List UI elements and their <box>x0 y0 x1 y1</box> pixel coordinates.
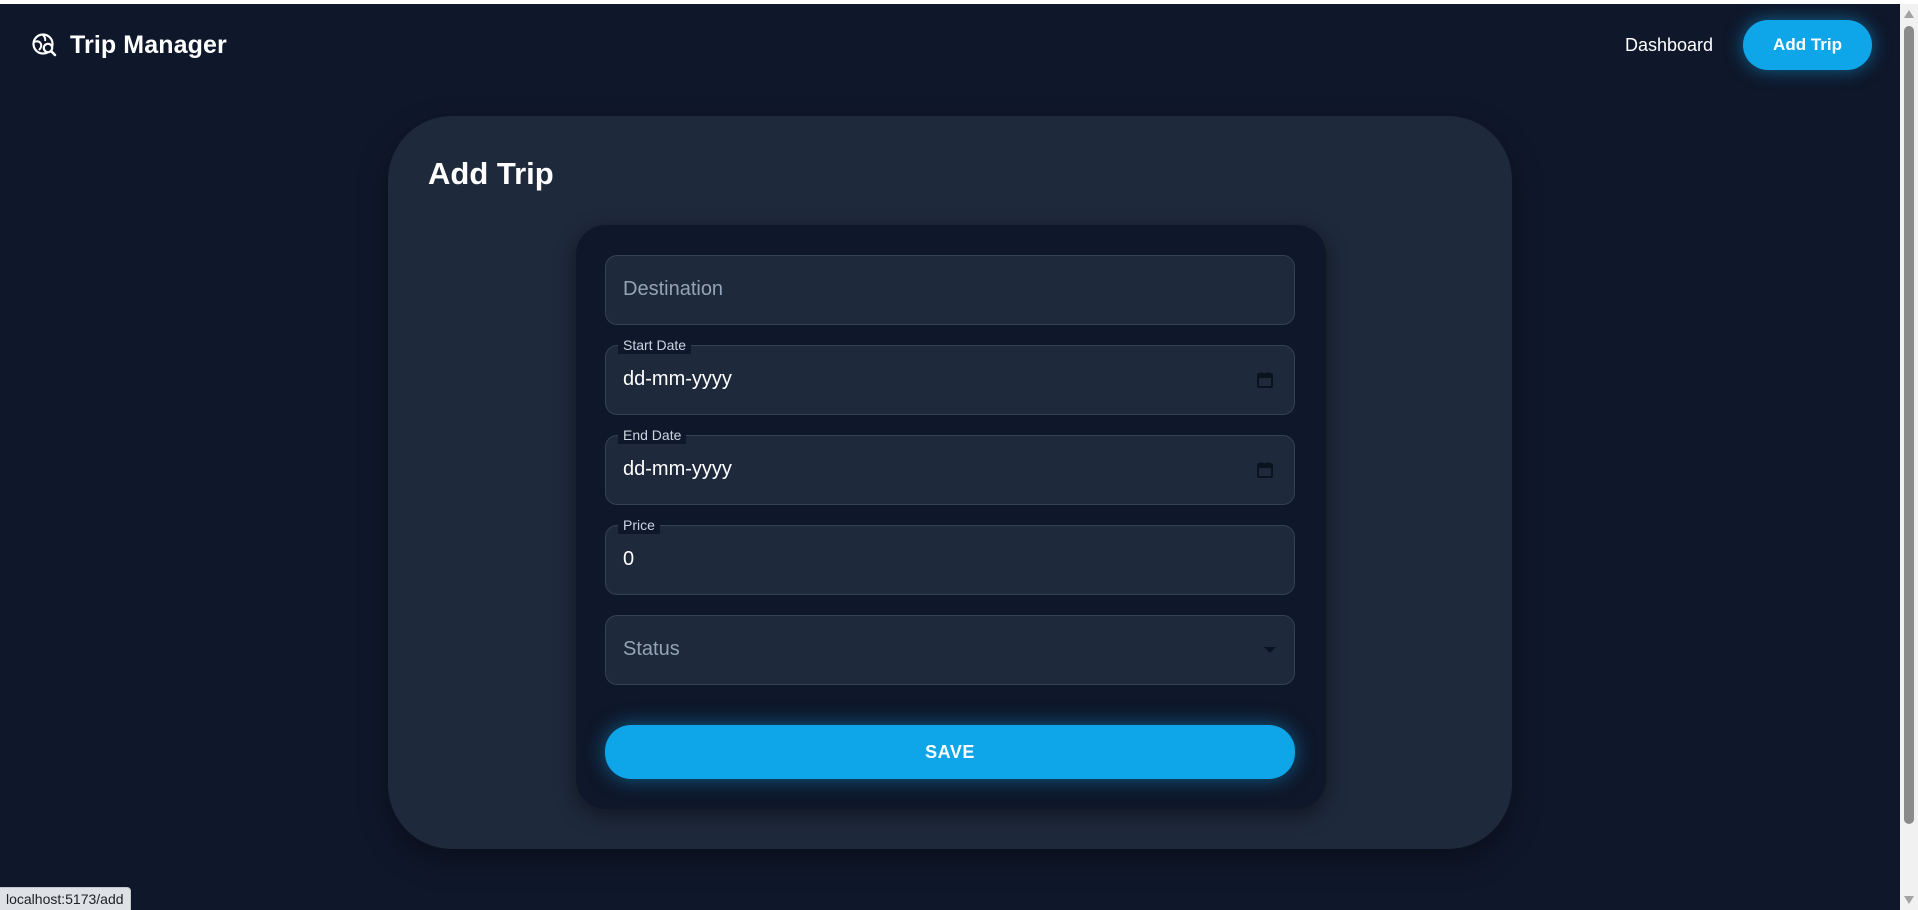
scrollbar-thumb[interactable] <box>1904 26 1914 824</box>
globe-search-icon <box>30 31 58 59</box>
save-button[interactable]: SAVE <box>605 725 1295 779</box>
price-value: 0 <box>623 548 635 570</box>
destination-field[interactable]: Destination <box>605 255 1295 325</box>
scroll-down-arrow-icon[interactable] <box>1904 896 1914 904</box>
brand[interactable]: Trip Manager <box>30 28 227 62</box>
browser-top-edge <box>0 0 1918 4</box>
page-scrollbar[interactable] <box>1900 4 1918 910</box>
caret-down-icon <box>1264 647 1276 653</box>
status-placeholder: Status <box>623 638 680 660</box>
status-url: localhost:5173/add <box>0 887 131 910</box>
add-trip-card: Add Trip Destination Start Date dd-mm-yy… <box>388 116 1512 849</box>
top-nav: Dashboard Add Trip <box>1625 20 1872 70</box>
start-date-field[interactable]: Start Date dd-mm-yyyy <box>605 336 1295 415</box>
end-date-value: dd-mm-yyyy <box>623 458 732 480</box>
trip-form: Destination Start Date dd-mm-yyyy End Da… <box>576 225 1326 809</box>
calendar-icon[interactable] <box>1256 371 1274 389</box>
page-title: Add Trip <box>428 156 554 191</box>
status-select[interactable]: Status <box>605 615 1295 685</box>
nav-dashboard-link[interactable]: Dashboard <box>1625 35 1713 56</box>
start-date-value: dd-mm-yyyy <box>623 368 732 390</box>
price-field[interactable]: Price 0 <box>605 516 1295 595</box>
scroll-up-arrow-icon[interactable] <box>1904 10 1914 18</box>
destination-placeholder: Destination <box>623 278 724 300</box>
brand-title: Trip Manager <box>70 30 227 59</box>
calendar-icon[interactable] <box>1256 461 1274 479</box>
end-date-field[interactable]: End Date dd-mm-yyyy <box>605 426 1295 505</box>
end-date-label: End Date <box>618 426 687 444</box>
start-date-label: Start Date <box>618 336 692 354</box>
nav-add-trip-button[interactable]: Add Trip <box>1743 20 1872 70</box>
price-label: Price <box>618 516 660 534</box>
